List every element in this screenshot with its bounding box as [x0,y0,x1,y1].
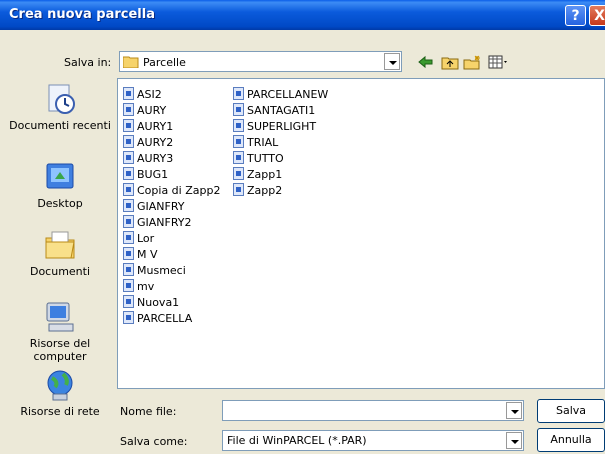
file-icon [123,215,134,228]
list-item[interactable]: SANTAGATI1 [233,103,315,119]
file-icon [123,135,134,148]
file-icon [123,231,134,244]
place-label: Documenti [29,265,91,278]
title-bar[interactable]: Crea nuova parcella ? X [0,0,605,30]
list-item[interactable]: TUTTO [233,151,284,167]
filetype-label: Salva come: [120,435,188,448]
save-in-dropdown-arrow[interactable] [384,53,400,70]
save-in-combobox[interactable]: Parcelle [119,51,402,72]
place-label: Documenti recenti [9,119,111,132]
place-desktop[interactable]: Desktop [8,160,112,210]
file-icon [123,311,134,324]
list-item[interactable]: SUPERLIGHT [233,119,316,135]
file-icon [123,199,134,212]
file-icon [123,167,134,180]
my-computer-icon [43,300,77,334]
list-item[interactable]: AURY1 [123,119,173,135]
file-icon [123,119,134,132]
list-item[interactable]: GIANFRY2 [123,215,192,231]
file-icon [233,119,244,132]
filename-input[interactable] [225,403,501,417]
close-button[interactable]: X [589,5,605,26]
list-item[interactable]: M V [123,247,158,263]
list-item[interactable]: Nuova1 [123,295,179,311]
folder-icon [122,55,139,71]
place-my-computer[interactable]: Risorse del computer [8,300,112,363]
place-documents[interactable]: Documenti [8,228,112,278]
file-icon [233,183,244,196]
place-label: Risorse del computer [29,337,91,363]
list-item[interactable]: PARCELLA [123,311,192,327]
file-icon [123,151,134,164]
save-button[interactable]: Salva [537,399,605,423]
file-icon [123,183,134,196]
recent-documents-icon [43,82,77,116]
list-item[interactable]: PARCELLANEW [233,87,328,103]
list-item[interactable]: ASI2 [123,87,162,103]
place-label: Desktop [37,197,83,210]
list-item[interactable]: AURY3 [123,151,173,167]
list-item[interactable]: TRIAL [233,135,278,151]
network-icon [43,368,77,402]
list-item[interactable]: Musmeci [123,263,186,279]
filename-combobox[interactable] [222,400,524,421]
save-in-label: Salva in: [64,56,112,69]
file-icon [123,87,134,100]
back-icon[interactable] [418,55,434,72]
view-menu-icon[interactable] [488,55,510,72]
place-recent-documents[interactable]: Documenti recenti [8,82,112,132]
list-item[interactable]: BUG1 [123,167,168,183]
file-icon [233,151,244,164]
list-item[interactable]: AURY [123,103,166,119]
filetype-combobox[interactable]: File di WinPARCEL (*.PAR) [222,430,524,451]
file-icon [233,87,244,100]
file-icon [233,135,244,148]
list-item[interactable]: Zapp1 [233,167,282,183]
file-icon [123,295,134,308]
file-icon [123,263,134,276]
desktop-icon [43,160,77,194]
file-icon [123,279,134,292]
new-folder-icon[interactable] [463,55,482,73]
documents-icon [43,228,77,262]
list-item[interactable]: Zapp2 [233,183,282,199]
filename-label: Nome file: [120,405,177,418]
file-list[interactable]: ASI2 AURY AURY1 AURY2 AURY3 BUG1 Copia d… [117,78,605,389]
file-icon [233,167,244,180]
filetype-dropdown-arrow[interactable] [506,432,522,449]
list-item[interactable]: mv [123,279,154,295]
filename-dropdown-arrow[interactable] [506,402,522,419]
place-label: Risorse di rete [20,405,100,418]
cancel-button[interactable]: Annulla [537,428,605,452]
list-item[interactable]: Lor [123,231,154,247]
file-icon [233,103,244,116]
save-in-value: Parcelle [143,56,186,69]
file-icon [123,247,134,260]
list-item[interactable]: GIANFRY [123,199,185,215]
help-button[interactable]: ? [565,5,586,26]
filetype-value: File di WinPARCEL (*.PAR) [227,434,367,447]
list-item[interactable]: Copia di Zapp2 [123,183,220,199]
list-item[interactable]: AURY2 [123,135,173,151]
up-folder-icon[interactable] [441,55,459,73]
places-bar: Documenti recenti Desktop Documenti Riso… [8,78,112,430]
place-network[interactable]: Risorse di rete [8,368,112,418]
file-icon [123,103,134,116]
window-title: Crea nuova parcella [9,7,155,22]
